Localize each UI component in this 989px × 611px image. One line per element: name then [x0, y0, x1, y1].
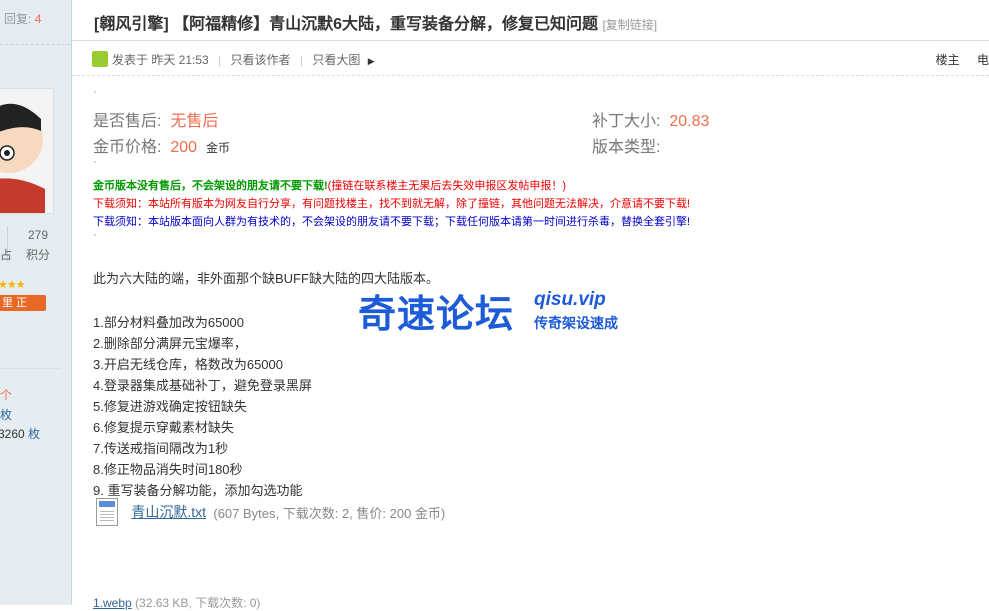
attachment-link[interactable]: 青山沉默.txt	[131, 504, 206, 520]
attachment: 青山沉默.txt (607 Bytes, 下载次数: 2, 售价: 200 金币…	[96, 498, 445, 528]
user-info-line: 3260 枚	[0, 427, 41, 441]
image-attachment: 1.webp (32.63 KB, 下载次数: 0)	[93, 594, 260, 611]
spacer-dot: ·	[93, 154, 97, 168]
feature-item: 3.开启无线仓库，格数改为65000	[93, 357, 283, 372]
post-time: 发表于 昨天 21:53	[112, 53, 209, 67]
thread-title: [翱风引擎] 【阿福精修】青山沉默6大陆，重写装备分解，修复已知问题 [复制链接…	[94, 16, 658, 33]
patch-size-row: 补丁大小: 20.83	[592, 113, 710, 130]
spacer-dot: ·	[93, 227, 97, 241]
post-meta-bar: 发表于 昨天 21:53 | 只看该作者 | 只看大图 ▶ 楼主 电	[72, 40, 989, 76]
avatar[interactable]	[0, 88, 54, 214]
divider	[0, 44, 70, 45]
site-watermark: 奇速论坛 qisu.vip 传奇架设速成	[358, 283, 618, 338]
watermark-slogan: 传奇架设速成	[534, 315, 618, 331]
author-only-link[interactable]: 只看该作者	[231, 53, 291, 67]
image-attachment-meta: (32.63 KB, 下载次数: 0)	[135, 596, 261, 610]
feature-item: 5.修复进游戏确定按钮缺失	[93, 399, 247, 414]
copy-link-button[interactable]: [复制链接]	[602, 18, 657, 32]
reply-count: 回复: 4	[4, 12, 42, 26]
author-sidebar: 回复: 4 占 279 积分 ★★★ 里 正 个 枚 3260 枚	[0, 0, 72, 605]
points-value[interactable]: 279	[28, 228, 48, 242]
feature-item: 9. 重写装备分解功能，添加勾选功能	[93, 483, 303, 498]
stat-label: 占	[0, 248, 13, 262]
rank-stars: ★★★	[0, 279, 26, 291]
cut-label[interactable]: 电	[977, 53, 989, 67]
caret-right-icon[interactable]: ▶	[368, 56, 375, 66]
feature-item: 1.部分材料叠加改为65000	[93, 315, 244, 330]
watermark-domain: qisu.vip	[534, 289, 606, 310]
txt-file-icon	[96, 498, 118, 526]
feature-item: 2.删除部分满屏元宝爆率，	[93, 336, 247, 351]
feature-item: 7.传送戒指间隔改为1秒	[93, 441, 229, 456]
rank-badge: 里 正	[0, 295, 46, 311]
user-info-line: 枚	[0, 408, 13, 422]
after-sales-row: 是否售后: 无售后	[93, 113, 219, 130]
points-label: 积分	[26, 248, 51, 262]
feature-item: 6.修复提示穿戴素材缺失	[93, 420, 234, 435]
big-image-only-link[interactable]: 只看大图	[312, 53, 360, 67]
feature-item: 8.修正物品消失时间180秒	[93, 462, 243, 477]
notice-no-support: 金币版本没有售后，不会架设的朋友请不要下载!(撞链在联系楼主无果后去失效申报区发…	[93, 180, 566, 192]
watermark-title: 奇速论坛	[358, 292, 515, 336]
image-attachment-link[interactable]: 1.webp	[93, 596, 132, 610]
spacer-dot: ·	[93, 84, 97, 98]
user-info-line: 个	[0, 388, 13, 402]
notice-download-disclaimer: 下载须知：本站所有版本为网友自行分享，有问题找楼主，找不到就无解，除了撞链，其他…	[93, 198, 691, 210]
version-type-row: 版本类型:	[592, 139, 661, 156]
user-online-icon	[92, 51, 108, 67]
price-row: 金币价格: 200 金币	[93, 139, 230, 156]
attachment-meta: (607 Bytes, 下载次数: 2, 售价: 200 金币)	[213, 505, 446, 521]
divider	[0, 368, 60, 369]
notice-download-tech: 下载须知：本站版本面向人群为有技术的，不会架设的朋友请不要下载；下载任何版本请第…	[93, 216, 691, 228]
floor-label: 楼主	[935, 53, 960, 67]
feature-item: 4.登录器集成基础补丁，避免登录黑屏	[93, 378, 312, 393]
user-stats: 占 279 积分	[0, 226, 70, 262]
